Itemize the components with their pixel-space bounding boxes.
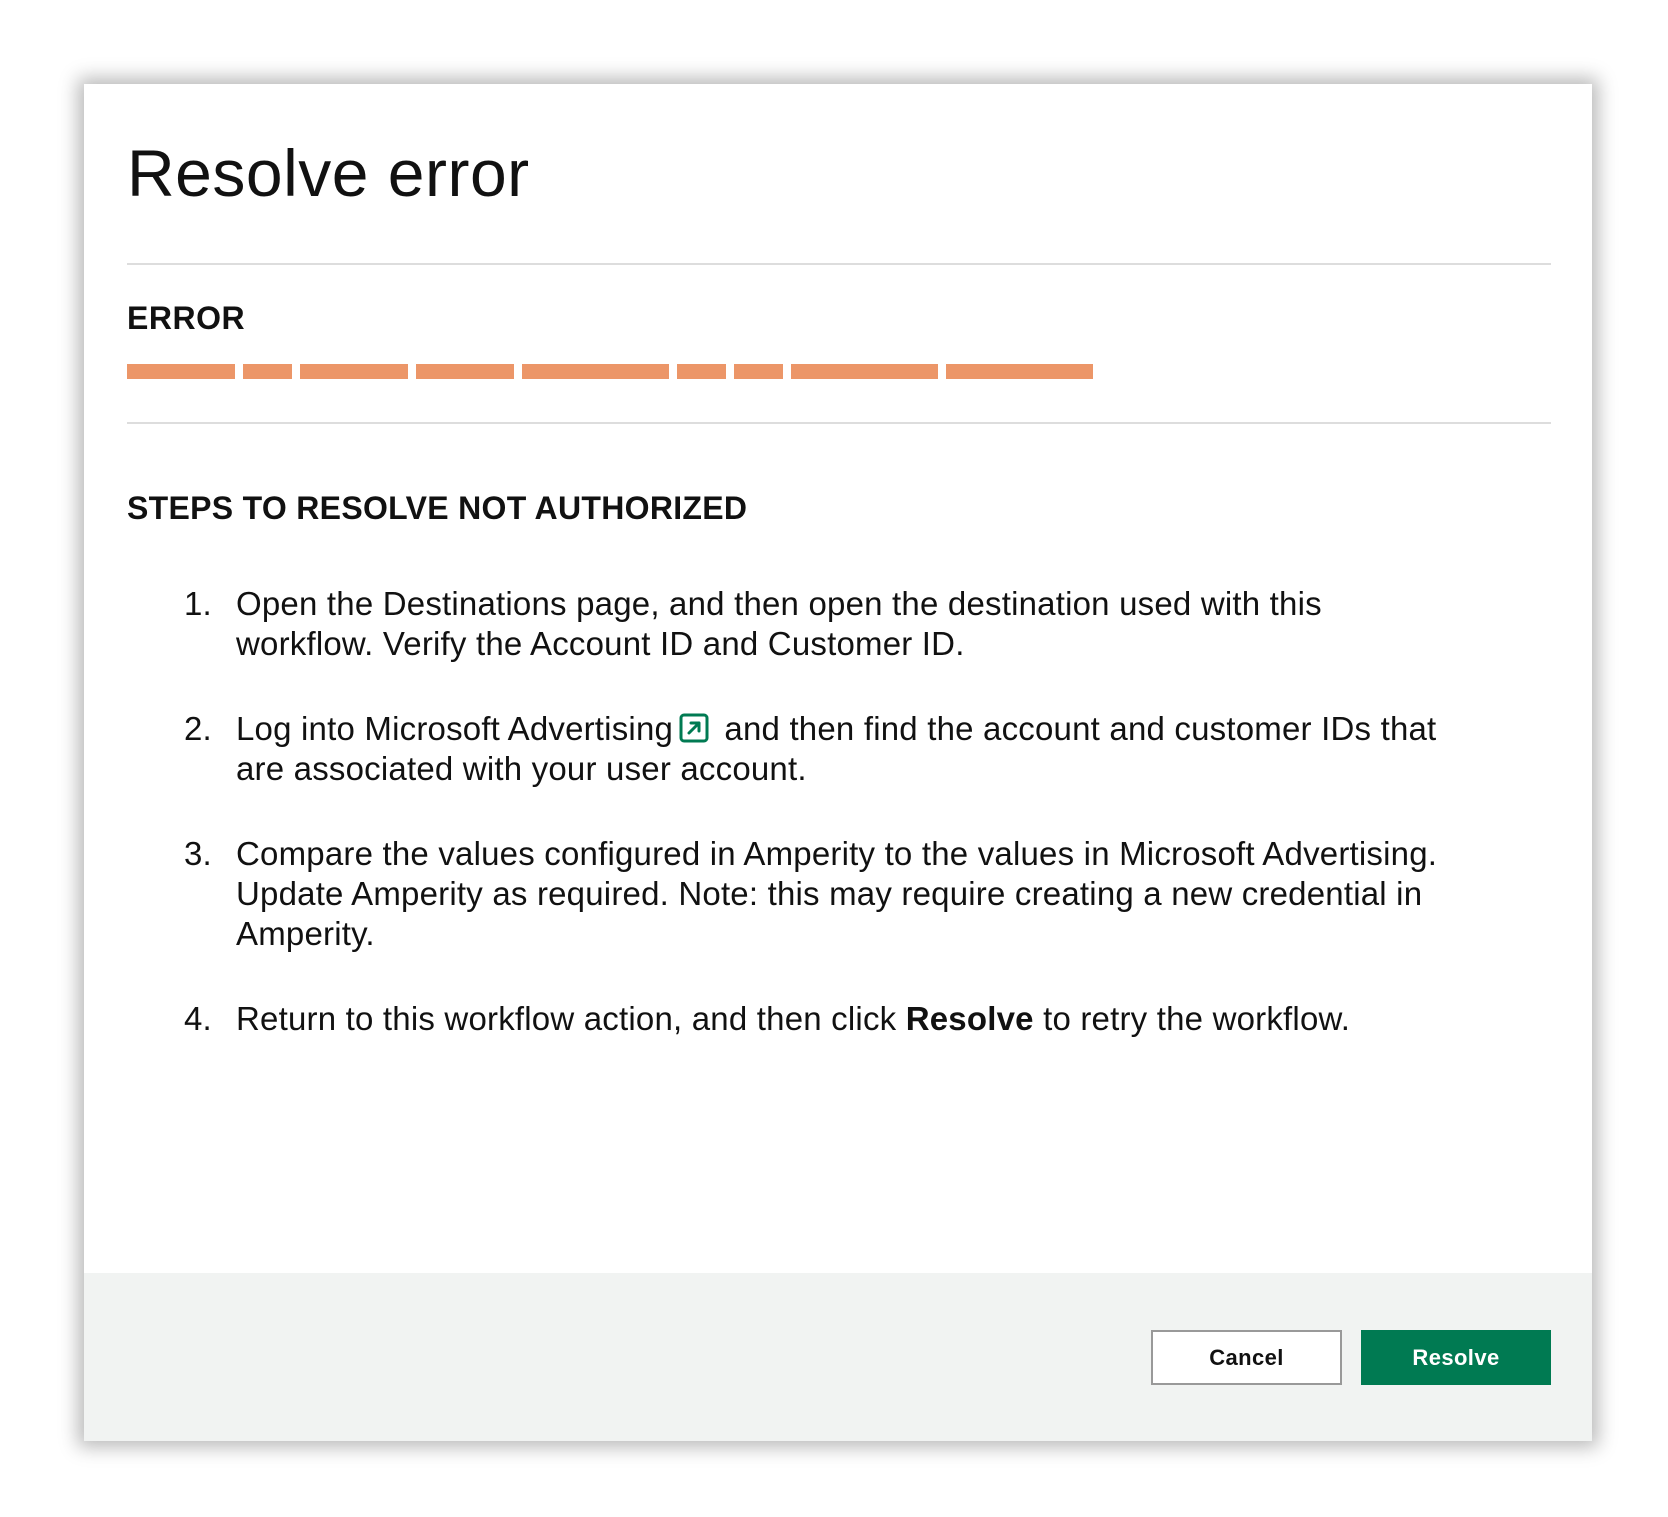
step-text: Open the Destinations page, and then ope… xyxy=(236,585,1322,662)
step-number: 1. xyxy=(184,585,212,622)
dialog-footer: Cancel Resolve xyxy=(84,1273,1592,1441)
error-label: ERROR xyxy=(127,300,246,336)
steps-heading: STEPS TO RESOLVE NOT AUTHORIZED xyxy=(127,490,748,526)
microsoft-advertising-link-text: Log into Microsoft Advertising xyxy=(236,710,674,747)
step-text-start: Return to this workflow action, and then… xyxy=(236,1000,906,1037)
redaction-segment xyxy=(127,364,235,379)
cancel-button[interactable]: Cancel xyxy=(1151,1330,1342,1385)
title-divider xyxy=(127,263,1551,265)
step-text: Log into Microsoft Advertising and then … xyxy=(236,709,1444,789)
redaction-segment xyxy=(734,364,783,379)
step-item: 2. Log into Microsoft Advertising and th… xyxy=(184,709,1444,789)
redaction-segment xyxy=(416,364,514,379)
external-link-icon[interactable] xyxy=(679,713,709,743)
step-text: Return to this workflow action, and then… xyxy=(236,999,1444,1039)
redaction-segment xyxy=(791,364,938,379)
step-text-end: to retry the workflow. xyxy=(1033,1000,1351,1037)
error-divider xyxy=(127,422,1551,424)
resolve-error-dialog: Resolve error ERROR STEPS TO RESOLVE NOT… xyxy=(84,84,1592,1441)
resolve-emphasis: Resolve xyxy=(905,1000,1034,1037)
redaction-segment xyxy=(243,364,292,379)
redaction-segment xyxy=(677,364,726,379)
step-number: 2. xyxy=(184,710,212,747)
redaction-segment xyxy=(300,364,408,379)
step-number: 3. xyxy=(184,835,212,872)
redaction-segment xyxy=(522,364,669,379)
resolve-button[interactable]: Resolve xyxy=(1361,1330,1551,1385)
redaction-segment xyxy=(946,364,1093,379)
step-item: 4. Return to this workflow action, and t… xyxy=(184,999,1444,1039)
step-text: Compare the values configured in Amperit… xyxy=(236,835,1438,952)
step-item: 3. Compare the values configured in Ampe… xyxy=(184,834,1444,954)
dialog-title: Resolve error xyxy=(127,136,530,210)
step-item: 1. Open the Destinations page, and then … xyxy=(184,584,1444,664)
steps-list: 1. Open the Destinations page, and then … xyxy=(184,584,1444,1084)
step-number: 4. xyxy=(184,1000,212,1037)
redacted-error-message xyxy=(127,364,1093,379)
